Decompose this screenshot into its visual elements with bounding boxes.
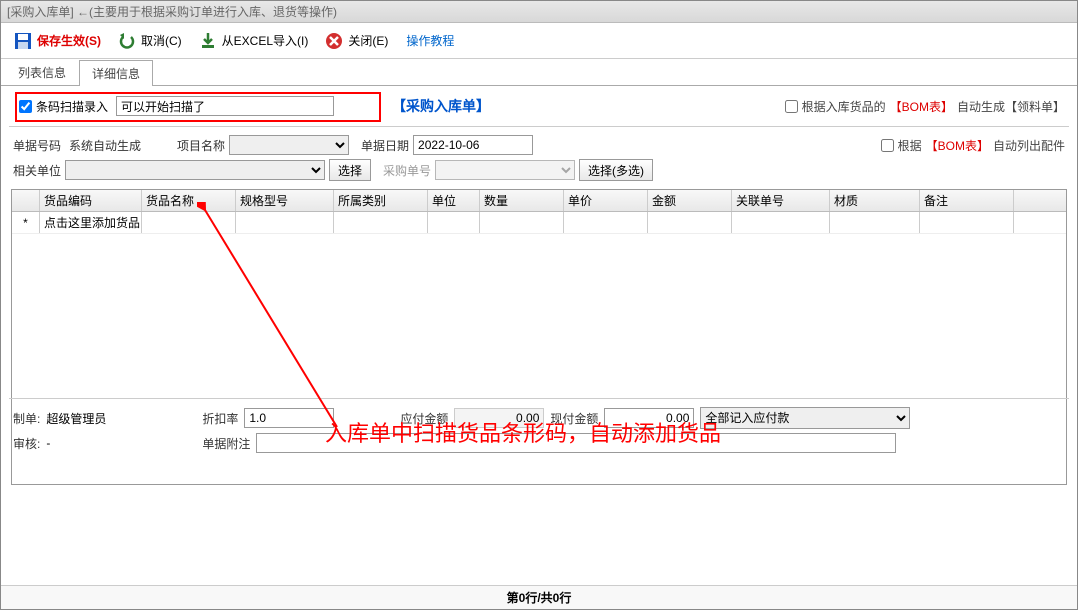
- bom-export-post: 自动列出配件: [993, 137, 1065, 154]
- note-input[interactable]: [256, 433, 896, 453]
- col-category[interactable]: 所属类别: [334, 190, 428, 211]
- bom-generate-checkbox[interactable]: [785, 100, 798, 113]
- tab-bar: 列表信息 详细信息: [1, 59, 1077, 86]
- table-row[interactable]: * 点击这里添加货品: [12, 212, 1066, 234]
- discount-label: 折扣率: [202, 410, 238, 427]
- col-unit[interactable]: 单位: [428, 190, 480, 211]
- close-label: 关闭(E): [348, 32, 388, 49]
- undo-icon: [117, 31, 137, 51]
- audit-value: -: [46, 436, 196, 450]
- save-icon: [13, 31, 33, 51]
- bom-text-pre: 根据入库货品的: [802, 98, 886, 115]
- bom-text-mid: 【BOM表】: [890, 98, 953, 115]
- col-product-name[interactable]: 货品名称: [142, 190, 236, 211]
- col-ref[interactable]: 关联单号: [732, 190, 830, 211]
- unit-label: 相关单位: [13, 162, 61, 179]
- col-amount[interactable]: 金额: [648, 190, 732, 211]
- discount-input[interactable]: [244, 408, 334, 428]
- tutorial-link[interactable]: 操作教程: [406, 32, 454, 49]
- col-remark[interactable]: 备注: [920, 190, 1014, 211]
- bom-export-pre: 根据: [898, 137, 922, 154]
- audit-label: 审核:: [13, 435, 40, 452]
- cancel-label: 取消(C): [141, 32, 182, 49]
- col-marker: [12, 190, 40, 211]
- project-label: 项目名称: [177, 137, 225, 154]
- barcode-input[interactable]: [116, 96, 334, 116]
- bom-export-checkbox[interactable]: [881, 139, 894, 152]
- main-toolbar: 保存生效(S) 取消(C) 从EXCEL导入(I) 关闭(E) 操作教程: [1, 23, 1077, 59]
- date-label: 单据日期: [361, 137, 409, 154]
- note-label: 单据附注: [202, 435, 250, 452]
- col-material[interactable]: 材质: [830, 190, 920, 211]
- paid-input[interactable]: [604, 408, 694, 428]
- title-text: [采购入库单] ←(主要用于根据采购订单进行入库、退货等操作): [7, 3, 337, 20]
- col-spec[interactable]: 规格型号: [236, 190, 334, 211]
- date-input[interactable]: [413, 135, 533, 155]
- import-excel-button[interactable]: 从EXCEL导入(I): [192, 29, 315, 53]
- download-icon: [198, 31, 218, 51]
- maker-value: 超级管理员: [46, 410, 196, 427]
- close-button[interactable]: 关闭(E): [318, 29, 394, 53]
- add-item-placeholder[interactable]: 点击这里添加货品: [40, 212, 142, 233]
- purchase-select-button[interactable]: 选择(多选): [579, 159, 653, 181]
- row-marker: *: [12, 212, 40, 233]
- doc-no-value: 系统自动生成: [65, 137, 173, 154]
- barcode-scan-checkbox[interactable]: [19, 100, 32, 113]
- purchase-no-select: [435, 160, 575, 180]
- cancel-button[interactable]: 取消(C): [111, 29, 188, 53]
- purchase-no-label: 采购单号: [383, 162, 431, 179]
- barcode-scan-label: 条码扫描录入: [36, 98, 108, 115]
- close-icon: [324, 31, 344, 51]
- document-title: 【采购入库单】: [392, 96, 490, 116]
- col-price[interactable]: 单价: [564, 190, 648, 211]
- bom-text-post: 自动生成【领料单】: [957, 98, 1065, 115]
- project-select[interactable]: [229, 135, 349, 155]
- import-label: 从EXCEL导入(I): [222, 32, 309, 49]
- save-label: 保存生效(S): [37, 32, 101, 49]
- tab-list-info[interactable]: 列表信息: [5, 59, 79, 85]
- window-titlebar: [采购入库单] ←(主要用于根据采购订单进行入库、退货等操作): [1, 1, 1077, 23]
- col-qty[interactable]: 数量: [480, 190, 564, 211]
- pay-mode-select[interactable]: 全部记入应付款: [700, 407, 910, 429]
- payable-value: [454, 408, 544, 428]
- status-bar: 第0行/共0行: [1, 585, 1077, 609]
- unit-select-button[interactable]: 选择: [329, 159, 371, 181]
- paid-label: 现付金额: [550, 410, 598, 427]
- doc-no-label: 单据号码: [13, 137, 61, 154]
- col-product-code[interactable]: 货品编码: [40, 190, 142, 211]
- row-count-status: 第0行/共0行: [507, 589, 572, 606]
- unit-select[interactable]: [65, 160, 325, 180]
- payable-label: 应付金额: [400, 410, 448, 427]
- tab-detail-info[interactable]: 详细信息: [79, 60, 153, 86]
- save-button[interactable]: 保存生效(S): [7, 29, 107, 53]
- bom-export-mid: 【BOM表】: [926, 137, 989, 154]
- maker-label: 制单:: [13, 410, 40, 427]
